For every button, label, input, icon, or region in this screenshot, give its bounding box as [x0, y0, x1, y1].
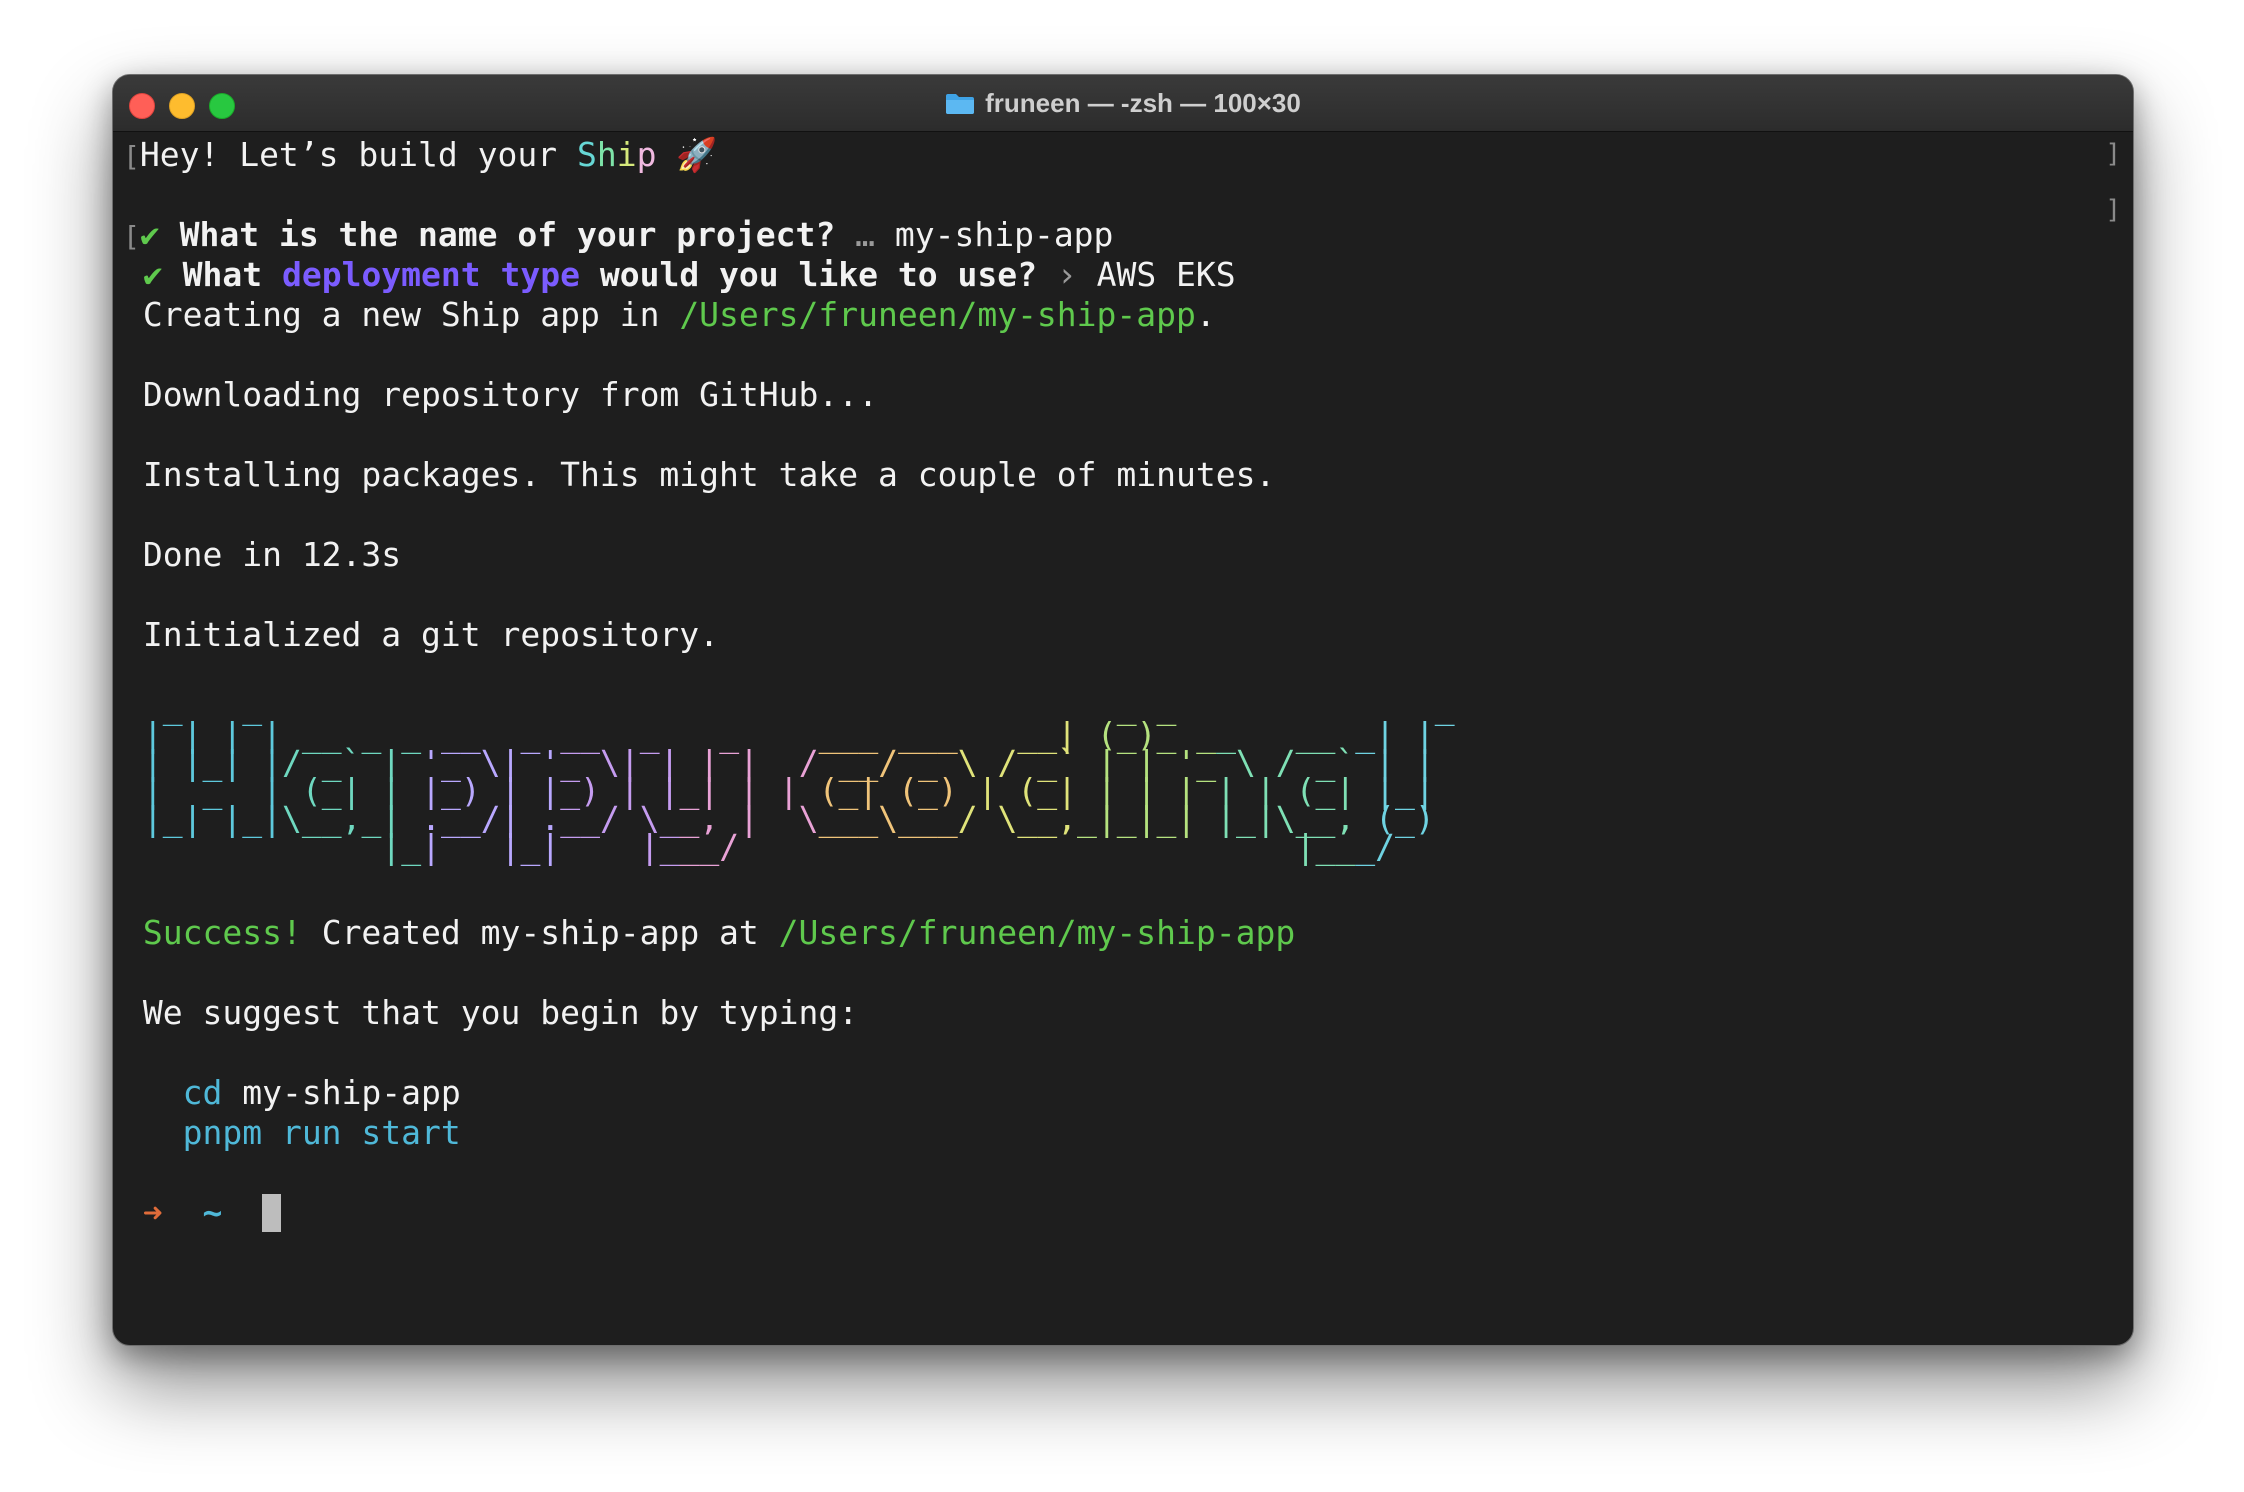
deployment-type-line: ✔ What deployment type would you like to…: [123, 255, 2123, 295]
ascii-art-row: |_| |_| |___/ |___/: [381, 827, 1395, 866]
installing-line: Installing packages. This might take a c…: [123, 455, 2123, 495]
folder-icon: [946, 94, 975, 114]
creating-text: Creating a new Ship app in: [142, 295, 680, 334]
text-cursor: [262, 1194, 282, 1232]
project-name-question: What is the name of your project?: [179, 215, 836, 254]
project-name-answer: my-ship-app: [894, 215, 1114, 254]
command-name: cd: [182, 1073, 223, 1112]
ship-letter: i: [616, 135, 637, 174]
project-name-line: [✔ What is the name of your project? … m…: [123, 215, 2123, 255]
suggest-text: We suggest that you begin by typing:: [142, 993, 859, 1032]
creating-suffix: .: [1195, 295, 1216, 334]
success-line: Success! Created my-ship-app at /Users/f…: [123, 913, 2123, 953]
greeting-text: Hey! Let’s build your: [139, 135, 577, 174]
ship-letter: S: [576, 135, 597, 174]
rocket-icon: 🚀: [676, 135, 718, 174]
project-path: /Users/fruneen/my-ship-app: [679, 295, 1196, 334]
downloading-text: Downloading repository from GitHub...: [142, 375, 878, 414]
success-text: Created my-ship-app at: [301, 913, 779, 952]
ellipsis-separator: …: [855, 215, 875, 254]
command-line: cd my-ship-app: [123, 1073, 2123, 1113]
terminal-window: fruneen — -zsh — 100×30 ] ] [Hey! Let’s …: [112, 74, 2134, 1346]
window-title: fruneen — -zsh — 100×30: [113, 75, 2133, 131]
ship-letter: h: [596, 135, 617, 174]
check-icon: ✔: [139, 215, 160, 254]
check-icon: ✔: [142, 255, 163, 294]
chevron-right-icon: ›: [1056, 255, 1077, 294]
deployment-type-answer: AWS EKS: [1096, 255, 1236, 294]
done-line: Done in 12.3s: [123, 535, 2123, 575]
command-line: pnpm run start: [123, 1113, 2123, 1153]
deployment-type-highlight: deployment type: [281, 255, 580, 294]
prompt-arrow-icon: ➜: [142, 1193, 163, 1232]
success-path: /Users/fruneen/my-ship-app: [778, 913, 1296, 952]
happy-coding-ascii-art: _ _ _ _ _ | | | | __ _ _ __ _ __ _ _ ___…: [123, 690, 2123, 866]
git-init-line: Initialized a git repository.: [123, 615, 2123, 655]
ship-letter: p: [636, 135, 657, 174]
installing-text: Installing packages. This might take a c…: [142, 455, 1276, 494]
success-label: Success!: [142, 913, 302, 952]
window-title-text: fruneen — -zsh — 100×30: [985, 88, 1301, 118]
deployment-question-part: What: [182, 255, 282, 294]
git-init-text: Initialized a git repository.: [142, 615, 720, 654]
suggest-line: We suggest that you begin by typing:: [123, 993, 2123, 1033]
downloading-line: Downloading repository from GitHub...: [123, 375, 2123, 415]
mark-bracket: [: [123, 140, 140, 173]
command-name: pnpm run start: [182, 1113, 461, 1152]
title-bar: fruneen — -zsh — 100×30: [113, 75, 2133, 132]
prompt-directory: ~: [202, 1193, 223, 1232]
greeting-line: [Hey! Let’s build your Ship 🚀: [123, 135, 2123, 175]
deployment-question-part: would you like to use?: [579, 255, 1037, 294]
creating-line: Creating a new Ship app in /Users/frunee…: [123, 295, 2123, 335]
mark-bracket: ]: [2105, 139, 2121, 169]
mark-bracket: ]: [2105, 195, 2121, 225]
mark-bracket: [: [123, 220, 140, 253]
terminal-output[interactable]: ] ] [Hey! Let’s build your Ship 🚀 [✔ Wha…: [123, 135, 2123, 1345]
shell-prompt[interactable]: ➜ ~: [123, 1193, 2123, 1233]
command-args: my-ship-app: [222, 1073, 461, 1112]
done-text: Done in 12.3s: [142, 535, 402, 574]
